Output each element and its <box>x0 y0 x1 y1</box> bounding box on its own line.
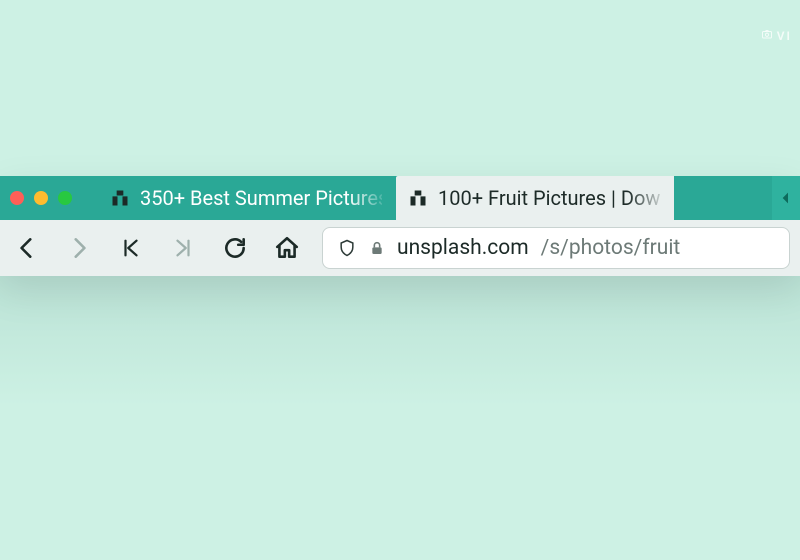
zoom-window-button[interactable] <box>58 191 72 205</box>
fast-forward-button[interactable] <box>166 228 200 268</box>
tab-title: 100+ Fruit Pictures | Down <box>438 186 660 210</box>
unsplash-favicon-icon <box>408 188 428 208</box>
tab-summer-pictures[interactable]: 350+ Best Summer Pictures <box>98 176 396 220</box>
address-path: /s/photos/fruit <box>541 236 681 260</box>
tab-strip: 350+ Best Summer Pictures 100+ Fruit Pic… <box>0 176 800 220</box>
minimize-window-button[interactable] <box>34 191 48 205</box>
navigation-toolbar: unsplash.com/s/photos/fruit <box>0 220 800 276</box>
window-controls <box>10 176 98 220</box>
watermark-text: VI <box>777 29 792 43</box>
unsplash-favicon-icon <box>110 188 130 208</box>
lock-icon <box>369 239 385 257</box>
close-window-button[interactable] <box>10 191 24 205</box>
reload-button[interactable] <box>218 228 252 268</box>
tab-title: 350+ Best Summer Pictures <box>140 186 382 210</box>
camera-icon <box>761 28 773 43</box>
home-button[interactable] <box>270 228 304 268</box>
address-bar[interactable]: unsplash.com/s/photos/fruit <box>322 227 790 269</box>
browser-window: 350+ Best Summer Pictures 100+ Fruit Pic… <box>0 176 800 276</box>
tab-scroll-left-button[interactable] <box>772 176 800 220</box>
address-host: unsplash.com <box>397 236 529 260</box>
watermark: VI <box>761 28 792 43</box>
forward-button[interactable] <box>62 228 96 268</box>
rewind-button[interactable] <box>114 228 148 268</box>
tab-fruit-pictures[interactable]: 100+ Fruit Pictures | Down <box>396 176 674 220</box>
shield-icon <box>337 237 357 259</box>
back-button[interactable] <box>10 228 44 268</box>
